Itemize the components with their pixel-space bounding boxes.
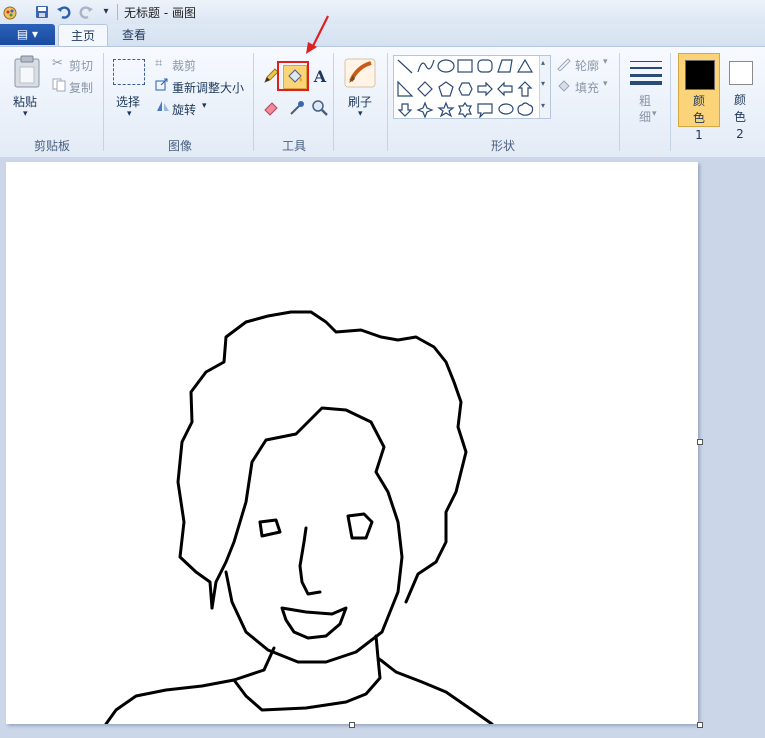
canvas-resize-handle-bottom[interactable] <box>349 722 355 728</box>
shapes-gallery[interactable]: ▴ ▾ ▾ <box>393 55 551 119</box>
paint-app-icon[interactable] <box>2 4 18 20</box>
ribbon: 粘贴 ▾ ✂ 剪切 复制 剪贴板 选择 ▾ ⌗ 裁剪 重新调整大小 旋转 ▾ 图… <box>0 46 765 158</box>
tools-group-label: 工具 <box>281 139 306 153</box>
gallery-more-icon[interactable]: ▾ <box>541 101 545 110</box>
line-thickness-icon[interactable] <box>630 59 664 88</box>
text-tool-icon[interactable]: A <box>309 66 331 88</box>
tab-row: ▤ ▾ 主页 查看 <box>0 24 765 47</box>
title-separator <box>117 4 118 20</box>
gallery-up-icon[interactable]: ▴ <box>541 58 545 67</box>
title-bar: ▾ 无标题 - 画图 <box>0 0 765 25</box>
crop-icon: ⌗ <box>155 56 163 71</box>
fill-shape-button[interactable]: 填充 <box>575 79 599 96</box>
gallery-down-icon[interactable]: ▾ <box>541 79 545 88</box>
brush-button[interactable]: 刷子 <box>348 93 372 110</box>
paste-button[interactable] <box>12 55 42 92</box>
group-separator <box>387 53 388 151</box>
file-menu-button[interactable]: ▤ ▾ <box>0 24 55 45</box>
tab-home[interactable]: 主页 <box>58 24 109 47</box>
outline-icon <box>556 57 572 74</box>
window-title: 无标题 - 画图 <box>124 6 196 20</box>
quick-access-dropdown-icon[interactable]: ▾ <box>98 4 114 20</box>
group-separator <box>253 53 254 151</box>
size-dropdown-icon[interactable]: ▾ <box>652 109 657 119</box>
redo-icon[interactable] <box>78 4 94 20</box>
resize-button[interactable]: 重新调整大小 <box>172 79 244 96</box>
clipboard-group-label: 剪贴板 <box>33 139 70 153</box>
shapes-group-label: 形状 <box>490 139 515 153</box>
color2-swatch <box>729 61 753 85</box>
canvas-resize-handle-right[interactable] <box>697 439 703 445</box>
paste-label[interactable]: 粘贴 <box>13 93 37 110</box>
brush-dropdown-icon[interactable]: ▾ <box>358 109 363 119</box>
color2-label: 颜色 2 <box>733 93 746 141</box>
fill-dropdown-icon[interactable]: ▾ <box>603 79 608 89</box>
color-picker-icon[interactable] <box>286 98 308 120</box>
group-separator <box>670 53 671 151</box>
fill-shape-icon <box>556 78 572 95</box>
undo-icon[interactable] <box>56 4 72 20</box>
select-rectangle-icon[interactable] <box>113 59 145 85</box>
annotation-arrow <box>306 15 329 54</box>
group-separator <box>103 53 104 151</box>
group-separator <box>619 53 620 151</box>
drawing-canvas[interactable] <box>6 162 698 724</box>
crop-button[interactable]: 裁剪 <box>172 57 196 74</box>
paste-dropdown-icon[interactable]: ▾ <box>23 109 28 119</box>
copy-icon <box>52 78 66 95</box>
rotate-dropdown-icon[interactable]: ▾ <box>202 101 207 111</box>
copy-button[interactable]: 复制 <box>69 79 93 96</box>
group-separator <box>333 53 334 151</box>
tab-view[interactable]: 查看 <box>110 24 158 46</box>
color1-selector[interactable]: 颜色 1 <box>678 53 720 142</box>
clipboard-icon <box>14 55 40 88</box>
shapes-gallery-scroll[interactable]: ▴ ▾ ▾ <box>539 56 550 118</box>
shapes-gallery-icons <box>397 58 534 119</box>
size-button[interactable]: 粗细 <box>639 93 653 125</box>
canvas-resize-handle-corner[interactable] <box>697 722 703 728</box>
color2-selector[interactable]: 颜色 2 <box>724 53 762 141</box>
resize-icon <box>155 77 169 94</box>
cut-button[interactable]: 剪切 <box>69 57 93 74</box>
outline-button[interactable]: 轮廓 <box>575 57 599 74</box>
magnifier-icon[interactable] <box>309 98 331 120</box>
scissors-icon: ✂ <box>52 56 63 71</box>
fill-tool-highlight-box <box>277 61 309 91</box>
save-icon[interactable] <box>34 4 50 20</box>
eraser-icon[interactable] <box>260 98 282 120</box>
outline-dropdown-icon[interactable]: ▾ <box>603 57 608 67</box>
select-dropdown-icon[interactable]: ▾ <box>127 109 132 119</box>
color1-swatch <box>685 60 715 90</box>
face-drawing <box>104 310 494 724</box>
select-button[interactable]: 选择 <box>116 93 140 110</box>
image-group-label: 图像 <box>167 139 192 153</box>
rotate-button[interactable]: 旋转 <box>172 101 196 118</box>
color1-label: 颜色 1 <box>692 94 705 142</box>
rotate-icon <box>155 99 171 116</box>
brush-icon[interactable] <box>343 57 377 92</box>
